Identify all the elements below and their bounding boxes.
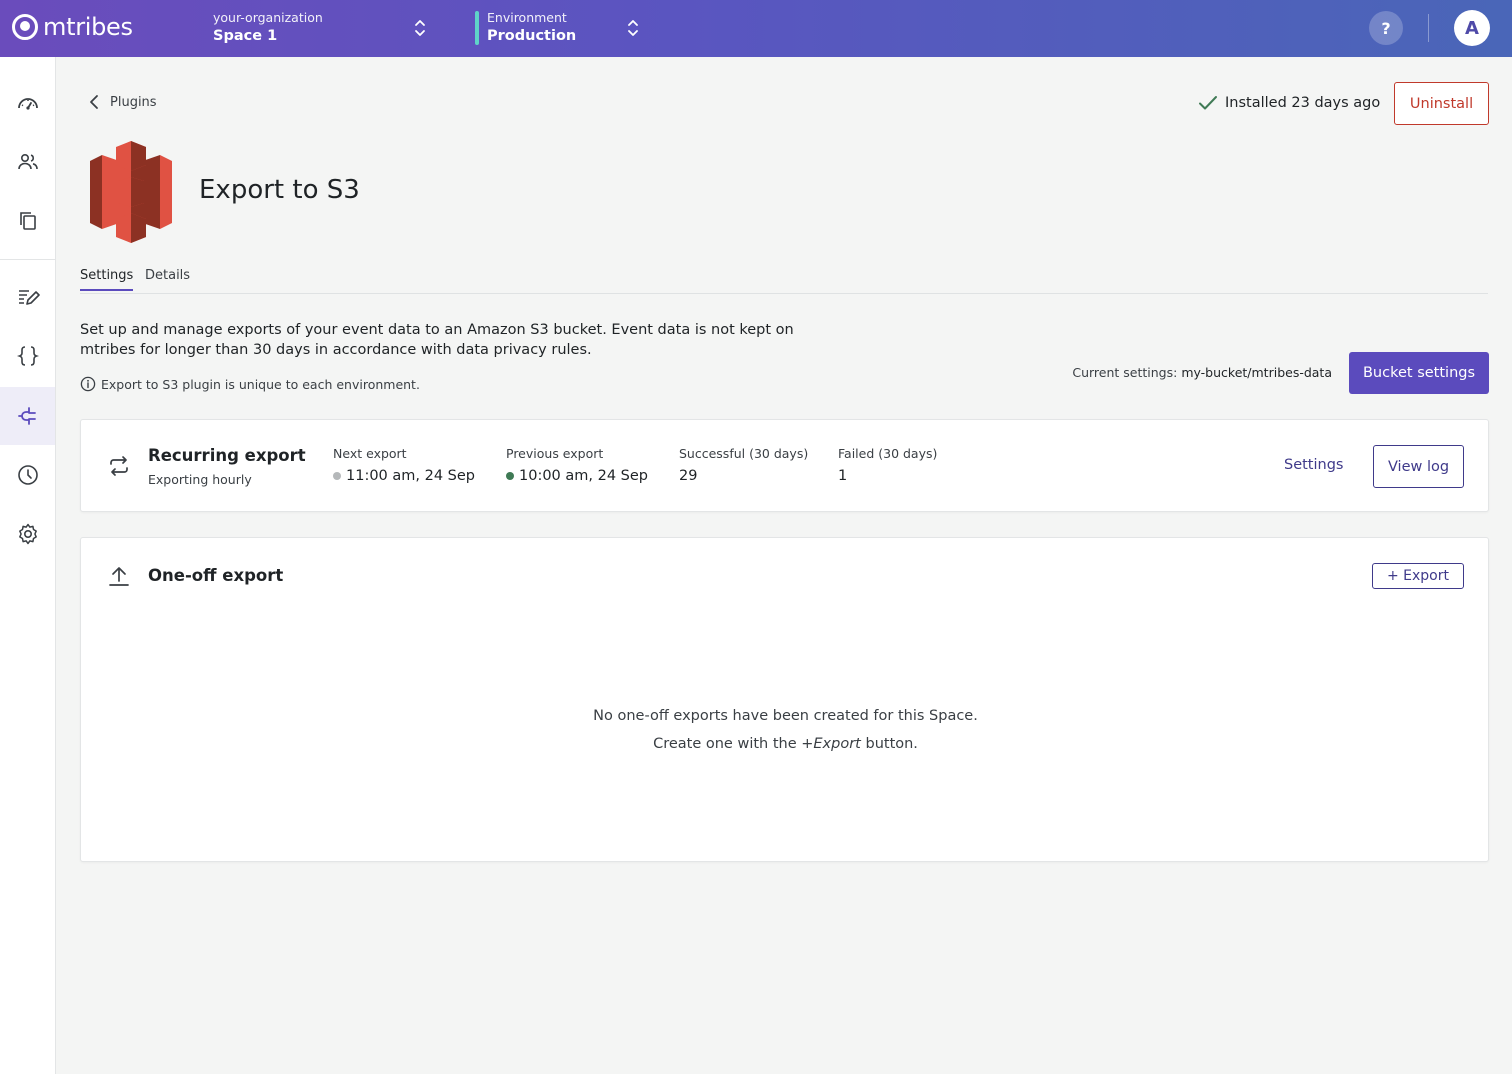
sidebar-item-collections[interactable] [0,192,55,250]
environment-switcher[interactable]: Environment Production [487,10,576,44]
users-icon [17,154,38,170]
empty-state-line2: Create one with the +Export button. [81,730,1490,758]
environment-name: Production [487,28,577,44]
failed-count-stat: Failed (30 days) 1 [838,446,937,484]
empty-state-text-end: button. [860,736,918,752]
successful-count-stat: Successful (30 days) 29 [679,446,808,484]
plugin-description: Set up and manage exports of your event … [80,322,794,358]
breadcrumb[interactable]: Plugins [86,92,157,112]
upload-icon [109,567,129,586]
oneoff-export-title: One-off export [148,566,284,585]
space-name: Space 1 [213,28,278,44]
recurring-export-title: Recurring export [148,446,306,465]
dashboard-icon [17,98,38,110]
current-settings-label: Current settings: [1072,365,1178,380]
install-status-text: Installed 23 days ago [1225,95,1381,111]
environment-note-text: Export to S3 plugin is unique to each en… [101,376,420,392]
current-settings-value: my-bucket/mtribes-data [1181,365,1332,380]
successful-count-label: Successful (30 days) [679,446,809,461]
page-title: Export to S3 [199,175,360,205]
app-logo[interactable]: mtribes [12,13,133,41]
bucket-settings-button[interactable]: Bucket settings [1349,352,1489,394]
environment-label: Environment [487,10,567,25]
status-dot-success [506,472,514,480]
help-button[interactable]: ? [1369,11,1403,45]
sidebar-divider [0,259,55,260]
clock-icon [17,465,38,485]
sidebar-item-plugins[interactable] [0,387,55,445]
next-export-value: 11:00 am, 24 Sep [346,468,476,484]
empty-state: No one-off exports have been created for… [81,702,1490,758]
next-export-label: Next export [333,446,407,461]
org-switcher[interactable]: your-organization Space 1 [213,10,323,44]
s3-bucket-icon [90,141,172,243]
info-icon [80,376,96,392]
chevron-left-icon [90,95,98,109]
topbar-divider [1428,14,1429,42]
breadcrumb-plugins-link[interactable]: Plugins [110,95,157,110]
sidebar-item-dashboard[interactable] [0,74,55,132]
edit-icon [18,290,40,305]
copy-icon [19,212,36,230]
sidebar-item-edit[interactable] [0,268,55,326]
environment-note: Export to S3 plugin is unique to each en… [80,376,420,392]
empty-state-text: Create one with the [653,736,802,752]
org-chevron-updown-icon[interactable] [414,18,426,38]
previous-export-value: 10:00 am, 24 Sep [519,468,649,484]
logo-icon [12,14,38,40]
sidebar-item-settings[interactable] [0,505,55,563]
repeat-icon [110,456,128,476]
add-export-button[interactable]: + Export [1372,563,1464,589]
sidebar-item-history[interactable] [0,446,55,504]
recurring-export-card: Recurring export Exporting hourly Next e… [80,419,1489,512]
previous-export-label: Previous export [506,446,604,461]
view-log-button[interactable]: View log [1373,445,1464,488]
previous-export-stat: Previous export 10:00 am, 24 Sep [506,446,648,484]
recurring-export-frequency: Exporting hourly [148,472,252,487]
plugin-icon [17,407,36,425]
sidebar-item-code[interactable] [0,327,55,385]
failed-count-label: Failed (30 days) [838,446,938,461]
tab-settings[interactable]: Settings [80,268,134,291]
status-dot-pending [333,472,341,480]
gear-icon [18,523,37,545]
top-bar: mtribes your-organization Space 1 Enviro… [0,0,1512,57]
empty-state-line1: No one-off exports have been created for… [593,708,978,724]
install-status: Installed 23 days ago [1198,93,1380,113]
app-name: mtribes [43,13,133,41]
checkmark-icon [1199,96,1217,110]
sidebar [0,57,56,1074]
uninstall-button[interactable]: Uninstall [1394,82,1489,125]
env-chevron-updown-icon[interactable] [627,18,639,38]
oneoff-export-card: One-off export + Export No one-off expor… [80,537,1489,862]
sidebar-item-users[interactable] [0,133,55,191]
avatar[interactable]: A [1454,10,1490,46]
org-label: your-organization [213,10,323,25]
code-braces-icon [16,346,39,366]
empty-state-emphasis: +Export [801,736,861,752]
successful-count-value: 29 [679,468,698,484]
next-export-stat: Next export 11:00 am, 24 Sep [333,446,475,484]
current-bucket-settings: Current settings: my-bucket/mtribes-data [1072,365,1332,380]
failed-count-value: 1 [838,468,848,484]
tab-bar: Settings Details [80,268,1488,294]
tab-details[interactable]: Details [145,268,190,289]
environment-indicator [475,11,479,45]
recurring-settings-link[interactable]: Settings [1284,457,1343,473]
